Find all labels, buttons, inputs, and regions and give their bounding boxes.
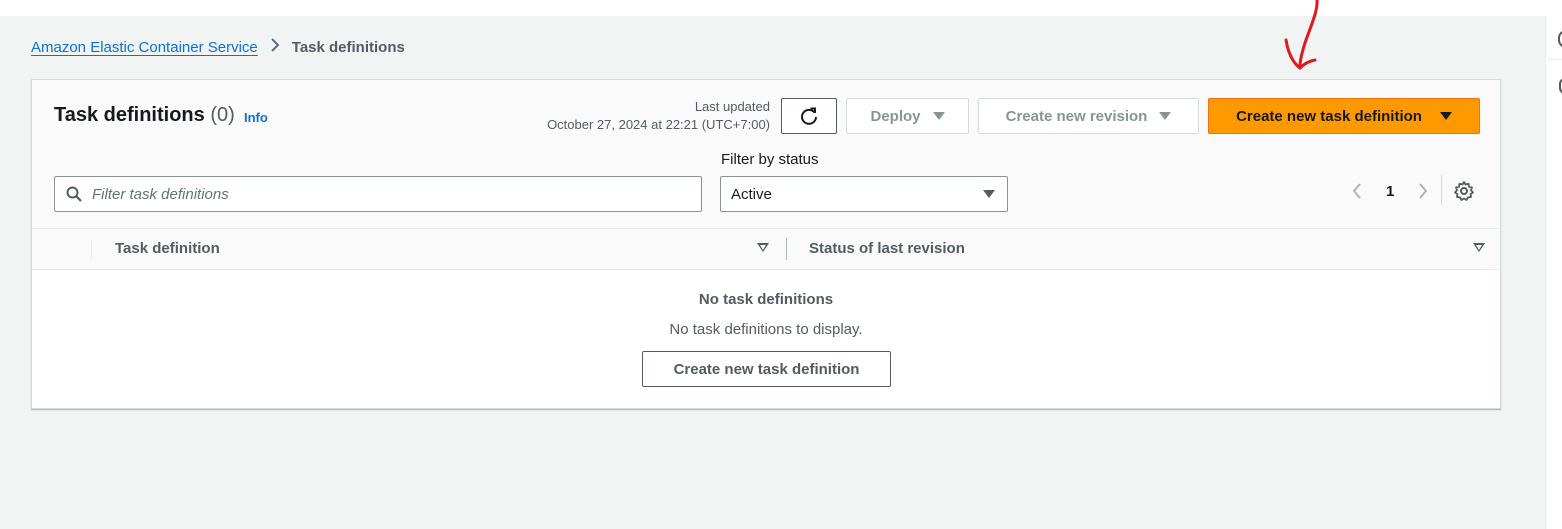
title-count: (0): [210, 104, 235, 126]
info-link[interactable]: Info: [244, 110, 268, 125]
search-input[interactable]: [90, 184, 674, 204]
page-number[interactable]: 1: [1386, 183, 1394, 200]
create-revision-label: Create new revision: [1005, 107, 1148, 125]
empty-state-description: No task definitions to display.: [669, 321, 863, 338]
breadcrumb-link-ecs[interactable]: Amazon Elastic Container Service: [31, 39, 258, 56]
pagination-divider: [1441, 175, 1442, 205]
caret-down-icon: [932, 112, 945, 120]
deploy-button[interactable]: Deploy: [846, 98, 969, 134]
create-definition-label: Create new task definition: [1236, 107, 1422, 125]
chevron-right-icon[interactable]: [1414, 182, 1432, 200]
chevron-right-icon: [270, 38, 280, 56]
chevron-left-icon[interactable]: [1348, 182, 1366, 200]
sort-icon[interactable]: [1473, 243, 1485, 252]
deploy-label: Deploy: [870, 107, 921, 125]
column-header-task-definition[interactable]: Task definition: [115, 240, 220, 257]
empty-state-title: No task definitions: [698, 291, 834, 308]
refresh-button[interactable]: [781, 98, 837, 134]
table-header: Task definition Status of last revision: [32, 228, 1500, 270]
column-divider: [91, 239, 92, 259]
create-new-task-definition-button[interactable]: Create new task definition: [1208, 98, 1480, 134]
caret-down-icon: [1159, 112, 1172, 120]
status-filter-select[interactable]: Active: [720, 176, 1008, 212]
last-updated-value: October 27, 2024 at 22:21 (UTC+7:00): [547, 117, 770, 132]
caret-down-icon: [983, 190, 995, 198]
empty-state-create-button[interactable]: Create new task definition: [642, 351, 891, 387]
breadcrumb: Amazon Elastic Container Service Task de…: [31, 38, 405, 56]
task-definitions-panel: Task definitions (0) Info Last updated O…: [31, 79, 1501, 409]
side-panel-icon[interactable]: [1558, 30, 1562, 48]
page-title: Task definitions (0): [54, 104, 235, 127]
side-panel-divider: [1547, 59, 1562, 60]
caret-down-icon: [1439, 112, 1452, 120]
search-icon: [66, 186, 82, 202]
title-text: Task definitions: [54, 104, 205, 126]
filter-by-status-label: Filter by status: [721, 151, 819, 168]
search-field[interactable]: [54, 176, 702, 212]
gear-icon[interactable]: [1453, 180, 1475, 202]
column-divider[interactable]: [786, 238, 787, 260]
right-side-panel-strip: [1545, 16, 1562, 529]
last-updated-label: Last updated: [694, 99, 770, 114]
status-filter-value: Active: [731, 185, 772, 203]
create-new-revision-button[interactable]: Create new revision: [978, 98, 1199, 134]
column-header-status[interactable]: Status of last revision: [809, 240, 965, 257]
pagination: 1: [1348, 180, 1432, 202]
sort-icon[interactable]: [757, 243, 769, 252]
last-updated: Last updated October 27, 2024 at 22:21 (…: [547, 98, 770, 134]
refresh-icon: [801, 107, 817, 125]
breadcrumb-current: Task definitions: [291, 38, 405, 56]
annotation-arrow-icon: [1284, 0, 1319, 70]
